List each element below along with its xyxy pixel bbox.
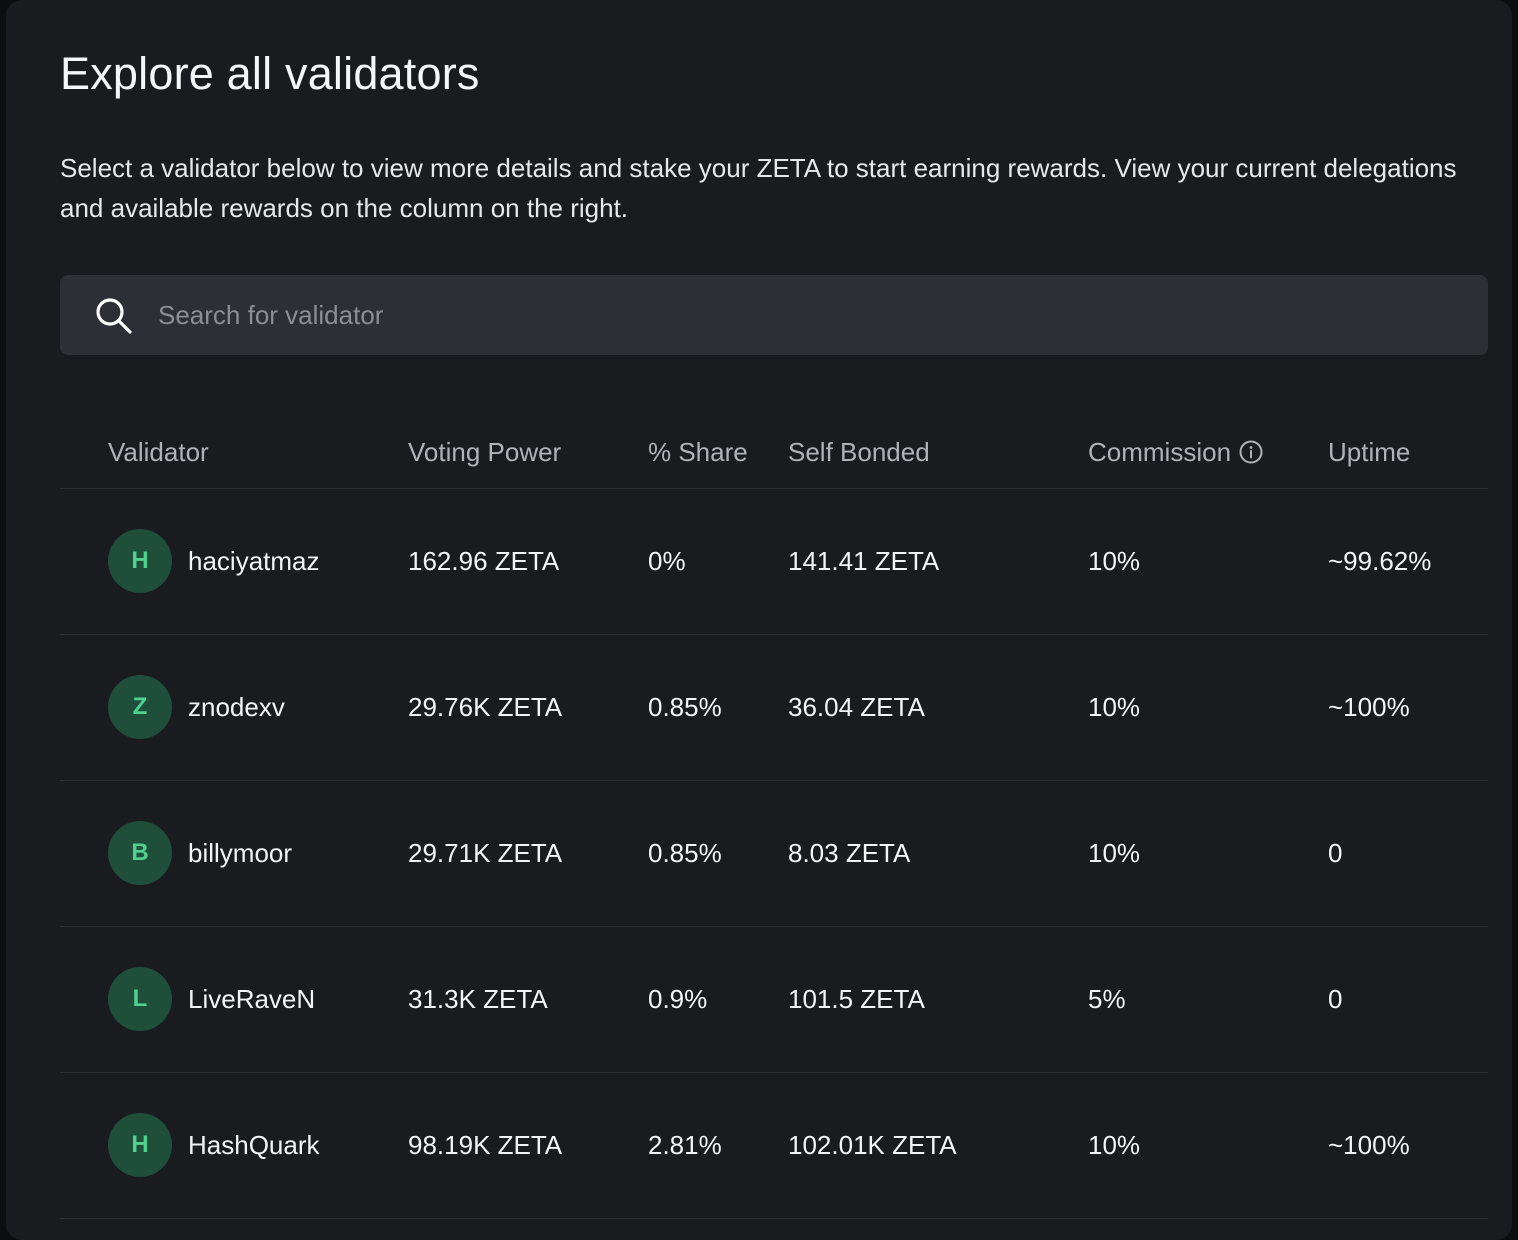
validator-name: HashQuark (188, 1130, 320, 1160)
header-voting-power[interactable]: Voting Power (408, 436, 561, 468)
header-uptime[interactable]: Uptime (1328, 436, 1410, 468)
table-row[interactable]: H haciyatmaz 162.96 ZETA 0% 141.41 ZETA … (60, 489, 1488, 635)
share: 0% (648, 546, 686, 576)
validator-name: znodexv (188, 692, 285, 722)
table-header: Validator Voting Power % Share Self Bond… (60, 414, 1488, 489)
header-commission[interactable]: Commission (1088, 436, 1263, 468)
commission: 10% (1088, 692, 1141, 722)
uptime: ~100% (1328, 692, 1410, 722)
share: 0.85% (648, 838, 722, 868)
voting-power: 29.76K ZETA (408, 692, 563, 722)
voting-power: 98.19K ZETA (408, 1130, 563, 1160)
page-description: Select a validator below to view more de… (60, 153, 1457, 223)
table-row[interactable]: Z znodexv 29.76K ZETA 0.85% 36.04 ZETA 1… (60, 635, 1488, 781)
commission: 5% (1088, 984, 1126, 1014)
validators-table: Validator Voting Power % Share Self Bond… (60, 414, 1488, 1219)
uptime: 0 (1328, 838, 1343, 868)
validator-name: LiveRaveN (188, 984, 316, 1014)
header-share[interactable]: % Share (648, 436, 748, 468)
self-bonded: 36.04 ZETA (788, 692, 925, 722)
table-row[interactable]: B billymoor 29.71K ZETA 0.85% 8.03 ZETA … (60, 781, 1488, 927)
table-row[interactable]: H HashQuark 98.19K ZETA 2.81% 102.01K ZE… (60, 1073, 1488, 1219)
header-commission-label: Commission (1088, 437, 1232, 467)
avatar: B (108, 821, 172, 885)
avatar: Z (108, 675, 172, 739)
table-row[interactable]: L LiveRaveN 31.3K ZETA 0.9% 101.5 ZETA 5… (60, 927, 1488, 1073)
self-bonded: 102.01K ZETA (788, 1130, 957, 1160)
search-input[interactable] (158, 275, 1458, 355)
commission: 10% (1088, 546, 1141, 576)
voting-power: 29.71K ZETA (408, 838, 563, 868)
uptime: ~99.62% (1328, 546, 1432, 576)
share: 0.85% (648, 692, 722, 722)
self-bonded: 101.5 ZETA (788, 984, 925, 1014)
voting-power: 31.3K ZETA (408, 984, 548, 1014)
validator-name: billymoor (188, 838, 293, 868)
header-self-bonded[interactable]: Self Bonded (788, 436, 930, 468)
info-icon[interactable] (1239, 440, 1263, 464)
commission: 10% (1088, 1130, 1141, 1160)
share: 2.81% (648, 1130, 722, 1160)
commission: 10% (1088, 838, 1141, 868)
header-validator[interactable]: Validator (108, 436, 209, 468)
uptime: ~100% (1328, 1130, 1410, 1160)
page-title: Explore all validators (60, 48, 480, 99)
self-bonded: 8.03 ZETA (788, 838, 911, 868)
uptime: 0 (1328, 984, 1343, 1014)
search-icon (96, 298, 132, 334)
avatar: H (108, 1113, 172, 1177)
avatar: L (108, 967, 172, 1031)
share: 0.9% (648, 984, 708, 1014)
avatar: H (108, 529, 172, 593)
validators-panel: Explore all validators Select a validato… (6, 0, 1512, 1240)
voting-power: 162.96 ZETA (408, 546, 560, 576)
validator-name: haciyatmaz (188, 546, 320, 576)
self-bonded: 141.41 ZETA (788, 546, 940, 576)
search-bar[interactable] (60, 275, 1488, 355)
